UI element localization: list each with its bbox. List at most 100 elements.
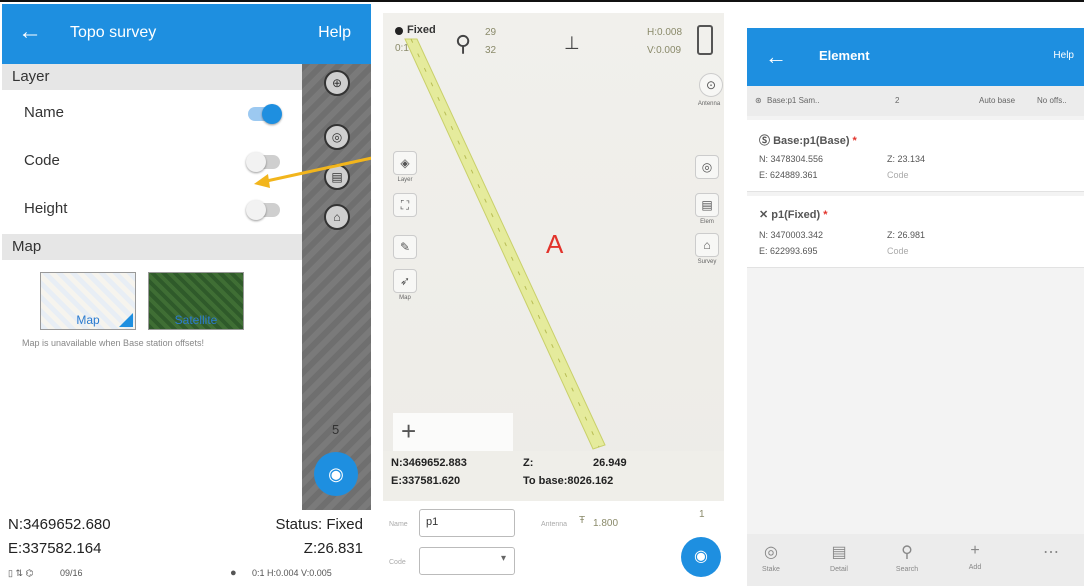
back-arrow-icon[interactable]: ← xyxy=(18,20,42,44)
nav-stake[interactable]: ◎ Stake xyxy=(751,542,791,573)
nav-detail[interactable]: ▤ Detail xyxy=(819,542,859,573)
point-count: 5 xyxy=(332,422,340,437)
map-tool-icon[interactable]: ➶ xyxy=(393,269,417,293)
sats-used: 29 xyxy=(485,27,497,38)
element-title: p1(Fixed) xyxy=(771,209,821,221)
satellite-icon: ⚲ xyxy=(455,31,472,56)
element-name: Ⓢ Base:p1(Base) * xyxy=(759,132,857,148)
vrms-readout: V:0.009 xyxy=(647,45,682,56)
code-field-label: Code xyxy=(389,559,406,566)
z-value: 26.949 xyxy=(593,457,627,469)
code-select[interactable]: ▾ xyxy=(419,547,515,575)
layers-icon[interactable]: ◎ xyxy=(695,155,719,179)
scope-filter[interactable]: Base:p1 Sam.. xyxy=(767,96,819,105)
layer-row-name: Name xyxy=(2,90,302,138)
antenna-field-label: Antenna xyxy=(541,521,568,528)
map-unavailable-note: Map is unavailable when Base station off… xyxy=(22,338,204,348)
page-title: Topo survey xyxy=(70,24,157,41)
layers-icon[interactable]: ◎ xyxy=(324,124,350,150)
fix-status: Status: Fixed xyxy=(275,516,363,533)
battery-icon xyxy=(697,25,713,55)
app-header: ← Topo survey Help xyxy=(2,4,371,64)
list-item[interactable]: ✕ p1(Fixed) * N: 3470003.342 E: 622993.6… xyxy=(747,196,1084,268)
fix-dot-icon: ● xyxy=(230,567,237,579)
map-background[interactable]: ⊕ ◎ ▤ ⌂ 5 ◉ xyxy=(302,64,371,514)
fix-status: Fixed xyxy=(407,24,436,36)
bottom-nav: ◎ Stake ▤ Detail ⚲ Search + Add ⋯ xyxy=(747,534,1084,586)
north-coordinate: N:3469652.680 xyxy=(8,516,111,533)
side-label: Survey xyxy=(697,259,717,265)
survey-map-screen: A Fixed 0:1 ⚲ 29 32 ⊥ H:0.008 V:0.009 ⊙ … xyxy=(383,13,724,586)
compass-icon[interactable]: ⊙ xyxy=(699,73,723,97)
sort-filter[interactable]: Auto base xyxy=(979,96,1015,105)
stake-icon: ◎ xyxy=(764,544,778,561)
fullscreen-icon[interactable]: ⛶ xyxy=(393,193,417,217)
survey-icon[interactable]: ⌂ xyxy=(324,204,350,230)
element-east: E: 624889.361 xyxy=(759,170,818,180)
elements-icon[interactable]: ▤ xyxy=(695,193,719,217)
required-star-icon: * xyxy=(823,209,828,221)
height-toggle[interactable] xyxy=(246,200,280,220)
fix-dot-icon xyxy=(395,27,403,35)
nav-label: Add xyxy=(968,564,982,571)
top-border xyxy=(0,0,1084,2)
element-z: Z: 26.981 xyxy=(887,230,926,240)
north-coordinate: N:3469652.883 xyxy=(391,457,467,469)
point-entry-panel: Name p1 Antenna Ŧ 1.800 1 Code ▾ xyxy=(383,501,724,586)
layer-icon[interactable]: ◈ xyxy=(393,151,417,175)
antenna-icon: ⊥ xyxy=(564,33,580,53)
name-toggle[interactable] xyxy=(248,104,282,124)
chevron-down-icon: ▾ xyxy=(500,553,506,564)
offset-filter[interactable]: No offs.. xyxy=(1037,96,1067,105)
back-arrow-icon[interactable]: ← xyxy=(765,44,787,70)
coordinate-readout: N:3469652.883 E:337581.620 Z: 26.949 To … xyxy=(383,451,724,501)
element-title: Base:p1(Base) xyxy=(773,135,850,147)
side-label: Antenna xyxy=(697,101,721,107)
element-count: 2 xyxy=(895,96,900,105)
map-type-satellite[interactable]: Satellite xyxy=(148,272,244,330)
required-star-icon: * xyxy=(852,135,857,147)
more-icon: ⋯ xyxy=(1043,544,1059,561)
antenna-height-icon[interactable]: Ŧ xyxy=(579,515,585,526)
point-count: 1 xyxy=(699,509,705,520)
layer-row-label: Code xyxy=(24,152,60,169)
locate-button[interactable]: ◉ xyxy=(681,537,721,577)
add-icon: + xyxy=(970,542,980,559)
element-north: N: 3470003.342 xyxy=(759,230,824,240)
nav-label: Search xyxy=(895,566,919,573)
layer-row-label: Height xyxy=(24,200,68,217)
compass-icon[interactable]: ⊕ xyxy=(324,70,350,96)
survey-icon[interactable]: ⌂ xyxy=(695,233,719,257)
search-icon: ⚲ xyxy=(901,544,913,561)
east-coordinate: E:337582.164 xyxy=(8,540,102,557)
element-east: E: 622993.695 xyxy=(759,246,818,256)
map-section-header: Map xyxy=(2,234,302,260)
map-type-map[interactable]: Map xyxy=(40,272,136,330)
z-label: Z: xyxy=(523,457,534,469)
help-button[interactable]: Help xyxy=(318,24,351,42)
map-type-label: Satellite xyxy=(174,313,218,327)
filter-bar: ⊛ Base:p1 Sam.. 2 Auto base No offs.. xyxy=(747,86,1084,116)
point-name-input[interactable]: p1 xyxy=(419,509,515,537)
topo-survey-screen: ← Topo survey Help ⊕ ◎ ▤ ⌂ 5 ◉ Layer Nam… xyxy=(2,4,371,586)
detail-icon: ▤ xyxy=(831,544,847,561)
status-footer: N:3469652.680 Status: Fixed E:337582.164… xyxy=(2,510,371,586)
tool-icon[interactable]: ✎ xyxy=(393,235,417,259)
nav-add[interactable]: + Add xyxy=(955,542,995,571)
antenna-height-value[interactable]: 1.800 xyxy=(593,518,618,529)
help-button[interactable]: Help xyxy=(1053,50,1074,61)
nav-search[interactable]: ⚲ Search xyxy=(887,542,927,573)
element-north: N: 3478304.556 xyxy=(759,154,824,164)
page-title: Element xyxy=(819,48,870,63)
side-label: Map xyxy=(399,295,411,301)
locate-button[interactable]: ◉ xyxy=(314,452,358,496)
list-item[interactable]: Ⓢ Base:p1(Base) * N: 3478304.556 E: 6248… xyxy=(747,120,1084,192)
nav-more[interactable]: ⋯ xyxy=(1031,542,1071,562)
element-z: Z: 23.134 xyxy=(887,154,926,164)
crosshair-icon[interactable]: + xyxy=(393,413,513,453)
side-label: Layer xyxy=(397,177,413,183)
side-label: Elem xyxy=(700,219,714,225)
nav-label: Stake xyxy=(762,566,780,573)
selected-check-icon xyxy=(119,313,133,327)
sats-visible: 32 xyxy=(485,45,497,56)
